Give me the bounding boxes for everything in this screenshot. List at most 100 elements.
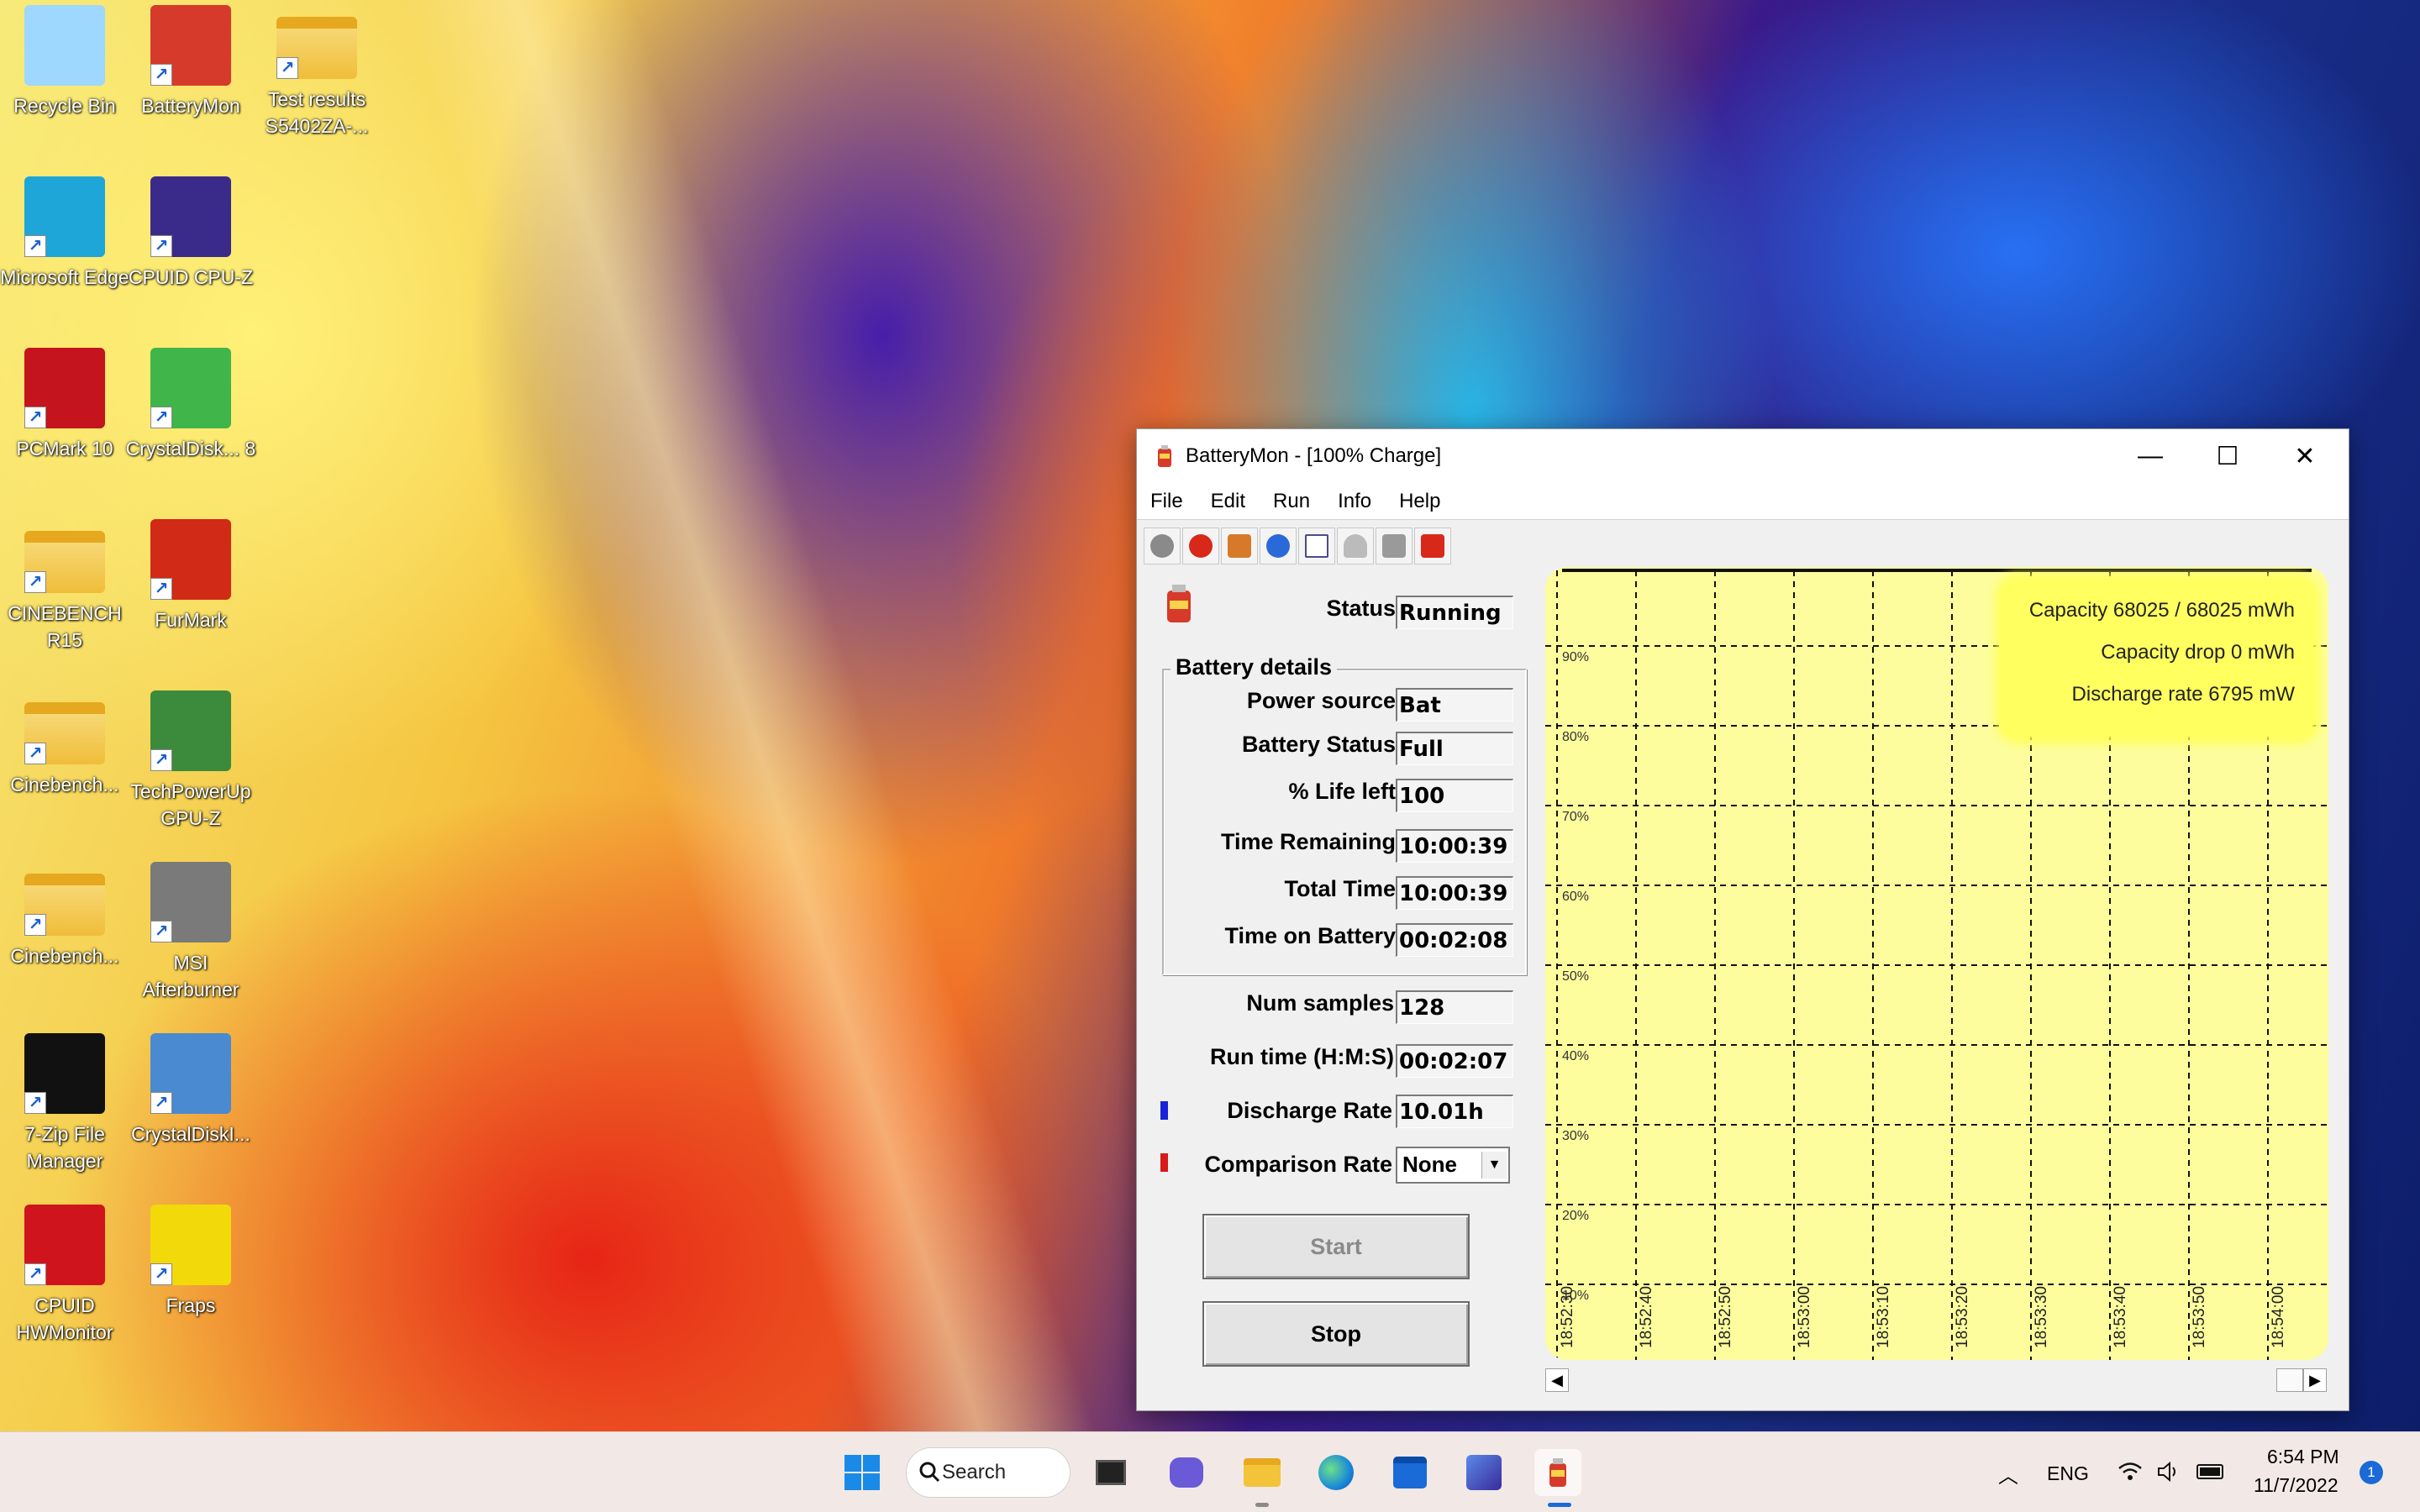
scroll-right-arrow[interactable]: ▶	[2303, 1368, 2327, 1392]
maximize-button[interactable]: ☐	[2189, 429, 2266, 483]
task-view-button[interactable]	[1087, 1449, 1134, 1496]
tools-toolbar-button[interactable]	[1414, 528, 1451, 564]
graph-time-label: 18:53:20	[1954, 1286, 1971, 1348]
clock-date[interactable]: 11/7/2022	[2254, 1474, 2338, 1497]
comparison-rate-label: Comparison Rate	[1204, 1152, 1392, 1177]
battery-icon	[1228, 534, 1251, 558]
notification-badge[interactable]: 1	[2360, 1461, 2383, 1484]
desktop-icon-label: 7-Zip File Manager	[24, 1123, 105, 1172]
menu-run[interactable]: Run	[1273, 490, 1310, 513]
gauge-toolbar-button[interactable]	[1337, 528, 1374, 564]
desktop-icon-pcmark[interactable]: ↗ PCMark 10	[2, 348, 128, 462]
desktop-icon-fraps[interactable]: ↗ Fraps	[128, 1205, 254, 1319]
desktop-icon-gpuz[interactable]: ↗ TechPowerUp GPU-Z	[128, 690, 254, 832]
desktop-icon-label: Recycle Bin	[13, 95, 116, 117]
search-icon	[918, 1461, 940, 1483]
close-button[interactable]: ✕	[2266, 429, 2344, 483]
desktop-icon-afterburner[interactable]: ↗ MSI Afterburner	[128, 862, 254, 1003]
desktop-icon-folder[interactable]: ↗ Test results S5402ZA-...	[254, 5, 380, 139]
desktop-icon-hwmonitor[interactable]: ↗ CPUID HWMonitor	[2, 1205, 128, 1346]
hwmonitor-icon: ↗	[24, 1205, 105, 1285]
graph-percent-label: 80%	[1562, 730, 1589, 744]
7zip-icon: ↗	[24, 1033, 105, 1114]
fraps-icon: ↗	[150, 1205, 231, 1285]
desktop-icon-batterymon[interactable]: ↗ BatteryMon	[128, 5, 254, 119]
shortcut-arrow-icon: ↗	[24, 914, 46, 936]
scroll-left-arrow[interactable]: ◀	[1545, 1368, 1569, 1392]
stop-icon	[1189, 534, 1213, 558]
checklist-toolbar-button[interactable]	[1298, 528, 1335, 564]
desktop-icon-label: Fraps	[166, 1294, 216, 1316]
store-taskbar-button[interactable]	[1386, 1449, 1434, 1496]
comparison-rate-select[interactable]: None ▼	[1396, 1147, 1510, 1184]
checklist-icon	[1305, 534, 1328, 558]
desktop-icon-edge[interactable]: ↗ Microsoft Edge	[0, 176, 129, 291]
desktop-icon-folder[interactable]: ↗ CINEBENCH R15	[2, 519, 128, 654]
taskbar-search[interactable]: Search	[906, 1447, 1071, 1498]
teams-chat-button[interactable]	[1163, 1449, 1210, 1496]
desktop-icon-cpuz[interactable]: ↗ CPUID CPU-Z	[128, 176, 254, 291]
stop-button[interactable]: Stop	[1202, 1301, 1470, 1367]
desktop-icon-7zip[interactable]: ↗ 7-Zip File Manager	[2, 1033, 128, 1174]
graph-percent-label: 30%	[1562, 1129, 1589, 1143]
shortcut-arrow-icon: ↗	[24, 407, 46, 428]
language-indicator[interactable]: ENG	[2047, 1462, 2089, 1485]
folder-icon: ↗	[24, 702, 105, 764]
record-button[interactable]	[1144, 528, 1181, 564]
status-battery-icon	[1155, 580, 1202, 627]
menu-help[interactable]: Help	[1399, 490, 1440, 513]
desktop-icon-furmark[interactable]: ↗ FurMark	[128, 519, 254, 633]
hand-toolbar-button[interactable]	[1376, 528, 1413, 564]
minimize-button[interactable]: —	[2112, 429, 2189, 483]
desktop-icon-recycle-bin[interactable]: Recycle Bin	[2, 5, 128, 119]
chevron-up-icon: ︿	[1998, 1465, 2018, 1488]
desktop-icon-crystaldiskinfo[interactable]: ↗ CrystalDiskI...	[128, 1033, 254, 1147]
battery-tray-icon[interactable]	[2196, 1464, 2223, 1479]
total-time-label: Total Time	[1284, 876, 1396, 901]
graph-percent-label: 20%	[1562, 1209, 1589, 1223]
desktop-icon-folder[interactable]: ↗ Cinebench...	[2, 862, 128, 969]
menu-info[interactable]: Info	[1338, 490, 1371, 513]
shortcut-arrow-icon: ↗	[150, 64, 172, 86]
taskbar: Search ︿ ENG 6:54 PM 11/7/2022 1	[0, 1431, 2420, 1512]
windows-logo-icon	[844, 1455, 880, 1490]
info-toolbar-button[interactable]	[1260, 528, 1297, 564]
show-hidden-icons-button[interactable]: ︿	[1998, 1459, 2018, 1488]
batterymon-icon: ↗	[150, 5, 231, 86]
wifi-icon[interactable]	[2118, 1461, 2143, 1483]
time-remaining-label: Time Remaining	[1220, 829, 1396, 854]
folder-icon	[1244, 1458, 1281, 1487]
edge-taskbar-button[interactable]	[1313, 1449, 1360, 1496]
power-source-label: Power source	[1246, 688, 1396, 713]
graph-horizontal-scrollbar[interactable]: ◀ ▶	[1545, 1365, 2328, 1394]
stop-toolbar-button[interactable]	[1182, 528, 1219, 564]
battery-toolbar-button[interactable]	[1221, 528, 1258, 564]
comparison-color-marker	[1160, 1153, 1168, 1172]
clock-time[interactable]: 6:54 PM	[2267, 1446, 2339, 1468]
graph-percent-label: 40%	[1562, 1049, 1589, 1063]
desktop-icon-crystaldiskmark[interactable]: ↗ CrystalDisk... 8	[126, 348, 255, 462]
batterymon-taskbar-button[interactable]	[1534, 1449, 1581, 1496]
app-taskbar-button[interactable]	[1460, 1449, 1507, 1496]
title-bar[interactable]: BatteryMon - [100% Charge] — ☐ ✕	[1137, 429, 2349, 483]
desktop-icon-label: PCMark 10	[16, 438, 113, 459]
shortcut-arrow-icon: ↗	[150, 1263, 172, 1285]
start-button[interactable]: Start	[1202, 1214, 1470, 1279]
batterymon-app-icon	[1152, 444, 1177, 469]
shortcut-arrow-icon: ↗	[150, 578, 172, 600]
start-menu-button[interactable]	[839, 1449, 886, 1496]
desktop-icon-label: CPUID HWMonitor	[16, 1294, 113, 1343]
volume-icon[interactable]	[2156, 1461, 2181, 1483]
batterymon-active-indicator	[1548, 1503, 1571, 1507]
menu-file[interactable]: File	[1150, 490, 1183, 513]
desktop-icon-folder[interactable]: ↗ Cinebench...	[2, 690, 128, 798]
shortcut-arrow-icon: ↗	[150, 235, 172, 257]
desktop-icon-label: CINEBENCH R15	[8, 602, 122, 651]
shortcut-arrow-icon: ↗	[150, 921, 172, 942]
menu-edit[interactable]: Edit	[1211, 490, 1245, 513]
scroll-thumb[interactable]	[2276, 1368, 2303, 1392]
file-explorer-button[interactable]	[1239, 1449, 1286, 1496]
battery-graph-area: 90% 80% 70% 60% 50% 40% 30% 20% 10% 18:52:30 18:52…	[1545, 567, 2328, 1394]
crystaldiskmark-icon: ↗	[150, 348, 231, 428]
gpuz-icon: ↗	[150, 690, 231, 771]
